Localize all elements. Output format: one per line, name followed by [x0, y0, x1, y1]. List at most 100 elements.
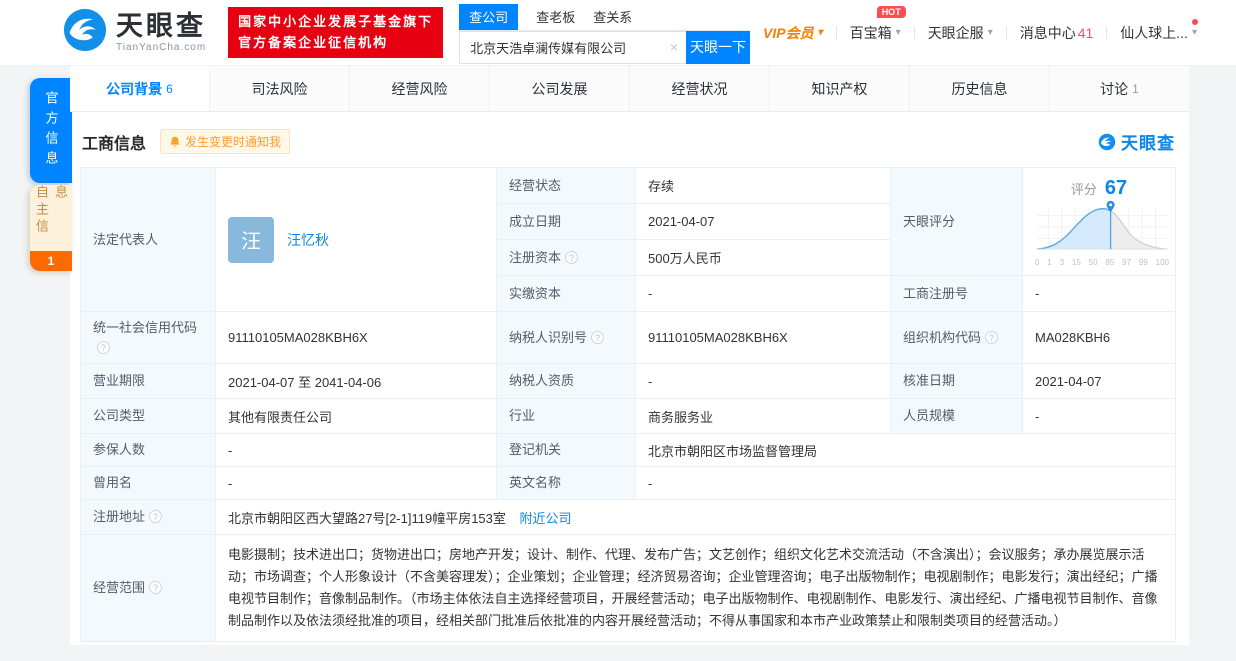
tab-intellectual-property[interactable]: 知识产权 — [770, 66, 910, 111]
field-value-business-term: 2021-04-07 至 2041-04-06 — [228, 374, 382, 390]
help-icon[interactable]: ? — [97, 340, 110, 354]
logo-title: 天眼查 — [116, 10, 206, 41]
field-label-approval-date: 核准日期 — [903, 373, 956, 389]
field-value-industry: 商务服务业 — [648, 409, 714, 425]
field-label-english-name: 英文名称 — [509, 475, 562, 491]
field-value-company-type: 其他有限责任公司 — [228, 409, 333, 425]
score-distribution-curve — [1036, 200, 1168, 250]
legal-rep-link[interactable]: 汪忆秋 — [287, 230, 329, 250]
field-label-score: 天眼评分 — [903, 213, 956, 229]
help-icon[interactable]: ? — [591, 330, 605, 344]
clear-search-icon[interactable]: × — [670, 39, 678, 55]
score-value: 67 — [1104, 176, 1128, 199]
tab-company-background[interactable]: 公司背景 6 — [70, 66, 210, 111]
field-value-reg-capital: 500万人民币 — [648, 251, 722, 266]
field-label-former-name: 曾用名 — [93, 475, 133, 491]
bell-icon — [170, 136, 180, 147]
legal-rep-avatar[interactable]: 汪 — [228, 216, 274, 263]
tianyancha-logo-icon — [62, 7, 108, 58]
notification-dot — [1192, 18, 1198, 25]
business-info-card: 工商信息 发生变更时通知我 天眼查 法定代表人 汪 汪忆秋 经营状态 存续 天眼… — [70, 112, 1189, 645]
field-label-status: 经营状态 — [509, 177, 562, 193]
score-axis-ticks: 0 1 3 15 50 85 97 99 100 — [1035, 257, 1169, 267]
nearby-companies-link[interactable]: 附近公司 — [520, 511, 572, 526]
toolbox-menu[interactable]: HOT 百宝箱 ▾ — [837, 5, 914, 43]
chevron-down-icon: ▾ — [817, 27, 823, 38]
business-info-table: 法定代表人 汪 汪忆秋 经营状态 存续 天眼评分 评分 67 0 1 3 15 … — [80, 167, 1176, 643]
field-label-business-term: 营业期限 — [93, 373, 146, 389]
section-title: 工商信息 — [82, 135, 147, 153]
hot-badge: HOT — [876, 5, 906, 18]
field-label-insured-count: 参保人数 — [93, 442, 146, 458]
tab-discussion[interactable]: 讨论 1 — [1050, 66, 1189, 111]
tab-operating-status[interactable]: 经营状况 — [630, 66, 770, 111]
field-value-staff-size: - — [1035, 408, 1040, 424]
field-label-registry: 登记机关 — [509, 442, 562, 458]
help-icon[interactable]: ? — [565, 250, 579, 264]
field-value-reg-number: - — [1035, 286, 1040, 301]
field-label-established: 成立日期 — [509, 213, 562, 229]
message-center[interactable]: 消息中心 41 — [1007, 23, 1107, 43]
message-count-badge: 41 — [1077, 24, 1094, 41]
field-value-credit-code: 91110105MA028KBH6X — [228, 330, 368, 345]
score-label: 评分 — [1070, 181, 1097, 197]
field-label-paid-capital: 实缴资本 — [509, 285, 562, 301]
field-value-status: 存续 — [648, 179, 675, 194]
field-value-former-name: - — [228, 475, 233, 491]
field-value-business-scope: 电影摄制；技术进出口；货物进出口；房地产开发；设计、制作、代理、发布广告；文艺创… — [228, 547, 1158, 629]
field-label-staff-size: 人员规模 — [903, 408, 956, 424]
search-tab-boss[interactable]: 查老板 — [536, 4, 575, 30]
search-tabs: 查公司 查老板 查关系 — [459, 3, 751, 31]
chevron-down-icon: ▾ — [1191, 27, 1197, 38]
field-value-taxpayer-quality: - — [648, 373, 653, 389]
tianyancha-watermark-icon — [1098, 133, 1116, 150]
tianyancha-company-page: 天眼查 TianYanCha.com 国家中小企业发展子基金旗下 官方备案企业征… — [0, 0, 1236, 661]
search-block: 查公司 查老板 查关系 × 天眼一下 — [459, 3, 751, 64]
field-label-org-code: 组织机构代码 — [903, 329, 982, 345]
field-label-taxpayer-id: 纳税人识别号 — [509, 329, 588, 345]
logo-subtitle: TianYanCha.com — [116, 41, 207, 53]
tab-company-development[interactable]: 公司发展 — [490, 66, 630, 111]
search-button[interactable]: 天眼一下 — [686, 30, 751, 64]
tianyancha-watermark: 天眼查 — [1098, 129, 1175, 154]
help-icon[interactable]: ? — [985, 330, 999, 344]
search-tab-company[interactable]: 查公司 — [459, 3, 519, 30]
gov-certification-badge: 国家中小企业发展子基金旗下 官方备案企业征信机构 — [228, 7, 444, 58]
field-label-credit-code: 统一社会信用代码 — [93, 320, 198, 335]
field-value-address: 北京市朝阳区西大望路27号[2-1]119幢平房153室 — [228, 510, 506, 526]
tab-operating-risk[interactable]: 经营风险 — [350, 66, 490, 111]
field-label-industry: 行业 — [509, 408, 536, 424]
header: 天眼查 TianYanCha.com 国家中小企业发展子基金旗下 官方备案企业征… — [0, 0, 1236, 66]
field-value-english-name: - — [648, 475, 653, 491]
help-icon[interactable]: ? — [149, 510, 163, 524]
score-chart[interactable]: 评分 67 0 1 3 15 50 85 97 99 100 — [1022, 167, 1176, 276]
user-menu[interactable]: 仙人球上... ▾ — [1107, 18, 1210, 43]
field-value-taxpayer-id: 91110105MA028KBH6X — [648, 330, 788, 345]
field-value-approval-date: 2021-04-07 — [1035, 373, 1102, 389]
enterprise-service-menu[interactable]: 天眼企服 ▾ — [915, 23, 1006, 43]
field-label-address: 注册地址 — [93, 509, 146, 525]
field-label-legal-rep: 法定代表人 — [93, 231, 159, 247]
field-value-established: 2021-04-07 — [648, 214, 715, 229]
field-label-reg-number: 工商注册号 — [903, 285, 969, 301]
field-value-paid-capital: - — [648, 286, 653, 301]
help-icon[interactable]: ? — [149, 581, 163, 595]
chevron-down-icon: ▾ — [987, 27, 993, 38]
search-tab-relation[interactable]: 查关系 — [593, 4, 632, 30]
vip-menu[interactable]: VIP会员 ▾ — [750, 23, 836, 43]
chevron-down-icon: ▾ — [895, 27, 901, 38]
notify-on-change-button[interactable]: 发生变更时通知我 — [160, 129, 291, 154]
field-label-reg-capital: 注册资本 — [509, 249, 562, 265]
sidebar-tab-official-info[interactable]: 官方信息 — [30, 78, 72, 183]
field-value-insured-count: - — [228, 442, 233, 458]
tab-judicial-risk[interactable]: 司法风险 — [210, 66, 350, 111]
tianyancha-logo[interactable]: 天眼查 TianYanCha.com — [62, 7, 206, 58]
top-nav: VIP会员 ▾ HOT 百宝箱 ▾ 天眼企服 ▾ 消息中心 41 仙人球上...… — [750, 5, 1210, 43]
field-label-business-scope: 经营范围 — [93, 580, 146, 596]
sidebar-tab-self-info[interactable]: 自主信息 1 — [30, 185, 72, 271]
field-value-registry: 北京市朝阳区市场监督管理局 — [648, 443, 818, 459]
tab-history-info[interactable]: 历史信息 — [910, 66, 1050, 111]
field-value-org-code: MA028KBH6 — [1035, 330, 1111, 345]
sidebar-self-info-count-badge: 1 — [30, 251, 72, 271]
search-input[interactable] — [459, 30, 687, 64]
